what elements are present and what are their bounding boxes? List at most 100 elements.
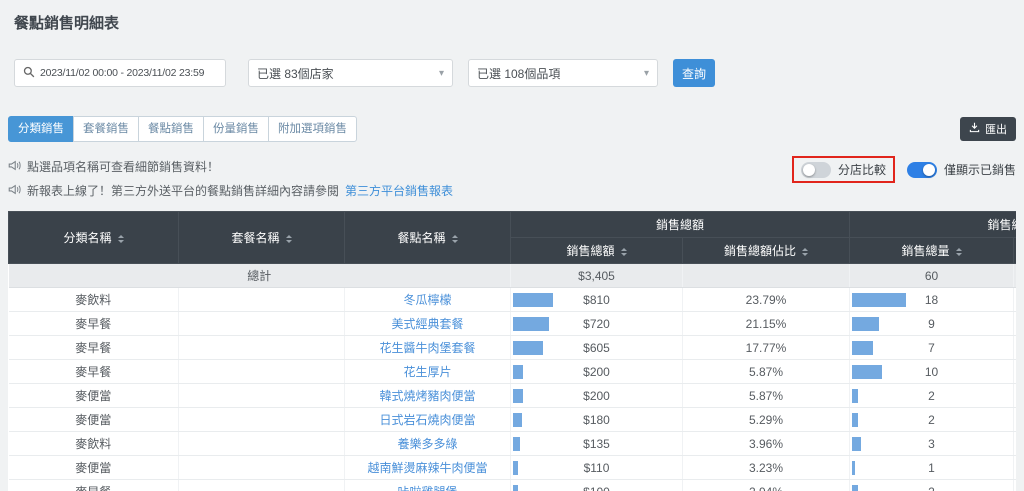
category-cell: 麥早餐: [9, 312, 179, 336]
notice-tip-text: 點選品項名稱可查看細節銷售資料！: [27, 158, 219, 175]
table-row: 麥便當韓式燒烤豬肉便當$2005.87%2: [9, 384, 1017, 408]
qty-cell: 7: [850, 336, 1014, 360]
sales-amount-cell: $605: [511, 336, 683, 360]
sales-report-page: 餐點銷售明細表 2023/11/02 00:00 - 2023/11/02 23…: [0, 0, 1024, 491]
meal-name-link[interactable]: 冬瓜檸檬: [345, 288, 511, 312]
header-group-row: 分類名稱 套餐名稱 餐點名稱 銷售總額 銷售總量: [9, 212, 1017, 238]
combo-cell: [179, 336, 345, 360]
col-header-combo[interactable]: 套餐名稱: [179, 212, 345, 264]
offscreen-cell: [1014, 480, 1016, 491]
tab-1[interactable]: 分類銷售: [8, 116, 74, 142]
meal-name-link[interactable]: 花生厚片: [345, 360, 511, 384]
col-header-qty[interactable]: 銷售總量: [850, 238, 1014, 264]
notices: 點選品項名稱可查看細節銷售資料！ 新報表上線了！第三方外送平台的餐點銷售詳細內容…: [8, 158, 453, 199]
notice-row: 點選品項名稱可查看細節銷售資料！ 新報表上線了！第三方外送平台的餐點銷售詳細內容…: [8, 158, 1016, 199]
col-header-meal[interactable]: 餐點名稱: [345, 212, 511, 264]
category-cell: 麥便當: [9, 456, 179, 480]
sales-amount-cell: $810: [511, 288, 683, 312]
meal-name-link[interactable]: 花生醬牛肉堡套餐: [345, 336, 511, 360]
sales-ratio-cell: 3.96%: [683, 432, 850, 456]
sales-ratio-cell: 3.23%: [683, 456, 850, 480]
sales-table-wrap: 分類名稱 套餐名稱 餐點名稱 銷售總額 銷售總量: [8, 211, 1016, 491]
qty-cell: 1: [850, 456, 1014, 480]
sales-ratio-cell: 5.87%: [683, 360, 850, 384]
only-sold-toggle[interactable]: [907, 162, 937, 178]
branch-compare-toggle[interactable]: [801, 162, 831, 178]
category-cell: 麥便當: [9, 408, 179, 432]
third-party-report-link[interactable]: 第三方平台銷售報表: [345, 182, 453, 199]
sales-amount-bar: [513, 365, 523, 379]
sales-amount-cell: $135: [511, 432, 683, 456]
sales-ratio-cell: 5.29%: [683, 408, 850, 432]
export-button[interactable]: 匯出: [960, 117, 1016, 141]
combo-cell: [179, 384, 345, 408]
page-title: 餐點銷售明細表: [0, 0, 1024, 33]
sales-amount-bar: [513, 317, 549, 331]
combo-cell: [179, 480, 345, 491]
toggle-knob: [803, 164, 815, 176]
query-button[interactable]: 查詢: [673, 59, 715, 87]
col-header-offscreen: [1014, 238, 1016, 264]
offscreen-cell: [1014, 432, 1016, 456]
branch-compare-label: 分店比較: [838, 161, 886, 178]
qty-cell: 9: [850, 312, 1014, 336]
qty-bar: [852, 413, 858, 427]
category-cell: 麥飲料: [9, 432, 179, 456]
notice-tip: 點選品項名稱可查看細節銷售資料！: [8, 158, 453, 175]
table-row: 麥早餐咔啦雞腿堡$1002.94%2: [9, 480, 1017, 491]
qty-cell: 2: [850, 384, 1014, 408]
sales-amount-cell: $720: [511, 312, 683, 336]
qty-bar: [852, 341, 873, 355]
offscreen-cell: [1014, 288, 1016, 312]
notice-new-report: 新報表上線了！第三方外送平台的餐點銷售詳細內容請參閱第三方平台銷售報表: [8, 182, 453, 199]
sales-amount-bar: [513, 341, 543, 355]
sales-ratio-cell: 5.87%: [683, 384, 850, 408]
offscreen-cell: [1014, 336, 1016, 360]
combo-cell: [179, 408, 345, 432]
col-header-category[interactable]: 分類名稱: [9, 212, 179, 264]
qty-cell: 2: [850, 480, 1014, 491]
megaphone-icon: [8, 183, 21, 199]
notice-new-report-text: 新報表上線了！第三方外送平台的餐點銷售詳細內容請參閱: [27, 182, 339, 199]
tab-5[interactable]: 附加選項銷售: [268, 116, 357, 142]
only-sold-label: 僅顯示已銷售: [944, 161, 1016, 178]
tab-4[interactable]: 份量銷售: [203, 116, 269, 142]
offscreen-cell: [1014, 384, 1016, 408]
store-select-value: 已選 83個店家: [257, 65, 334, 82]
combo-cell: [179, 432, 345, 456]
sales-amount-cell: $200: [511, 384, 683, 408]
total-row: 總計 $3,405 60: [9, 264, 1017, 288]
qty-bar: [852, 437, 861, 451]
tab-2[interactable]: 套餐銷售: [73, 116, 139, 142]
qty-bar: [852, 293, 906, 307]
tab-bar: 分類銷售套餐銷售餐點銷售份量銷售附加選項銷售: [8, 116, 357, 142]
qty-bar: [852, 389, 858, 403]
sales-amount-bar: [513, 485, 518, 491]
combo-cell: [179, 360, 345, 384]
sales-table-body: 總計 $3,405 60 麥飲料冬瓜檸檬$81023.79%18麥早餐美式經典套…: [9, 264, 1017, 491]
meal-name-link[interactable]: 日式岩石燒肉便當: [345, 408, 511, 432]
item-select-value: 已選 108個品項: [477, 65, 560, 82]
sales-amount-bar: [513, 293, 553, 307]
category-cell: 麥早餐: [9, 336, 179, 360]
offscreen-cell: [1014, 360, 1016, 384]
date-range-input[interactable]: 2023/11/02 00:00 - 2023/11/02 23:59: [14, 59, 226, 87]
meal-name-link[interactable]: 越南鮮燙麻辣牛肉便當: [345, 456, 511, 480]
item-select[interactable]: 已選 108個品項 ▾: [468, 59, 658, 87]
store-select[interactable]: 已選 83個店家 ▾: [248, 59, 453, 87]
table-row: 麥飲料冬瓜檸檬$81023.79%18: [9, 288, 1017, 312]
table-row: 麥早餐花生醬牛肉堡套餐$60517.77%7: [9, 336, 1017, 360]
meal-name-link[interactable]: 咔啦雞腿堡: [345, 480, 511, 491]
total-ratio: [683, 264, 850, 288]
sales-amount-bar: [513, 413, 522, 427]
meal-name-link[interactable]: 養樂多多綠: [345, 432, 511, 456]
sales-amount-cell: $110: [511, 456, 683, 480]
meal-name-link[interactable]: 美式經典套餐: [345, 312, 511, 336]
sort-icon: [452, 235, 458, 243]
col-header-sales-ratio[interactable]: 銷售總額佔比: [683, 238, 850, 264]
meal-name-link[interactable]: 韓式燒烤豬肉便當: [345, 384, 511, 408]
tab-3[interactable]: 餐點銷售: [138, 116, 204, 142]
sort-icon: [621, 248, 627, 256]
qty-bar: [852, 365, 882, 379]
col-header-sales-amount[interactable]: 銷售總額: [511, 238, 683, 264]
